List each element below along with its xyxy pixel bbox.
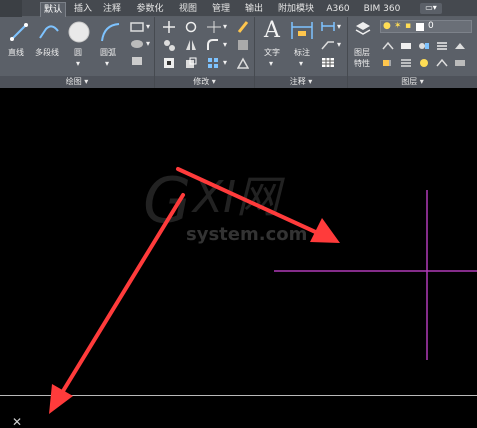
watermark-site-text: system.com: [186, 224, 307, 245]
annotation-arrow-down: [49, 193, 185, 414]
ucs-cursor-icon[interactable]: ✕: [12, 415, 22, 428]
watermark-logo-g: G: [143, 164, 191, 237]
canvas-overlay: G XI网 system.com ✕: [12, 164, 477, 428]
